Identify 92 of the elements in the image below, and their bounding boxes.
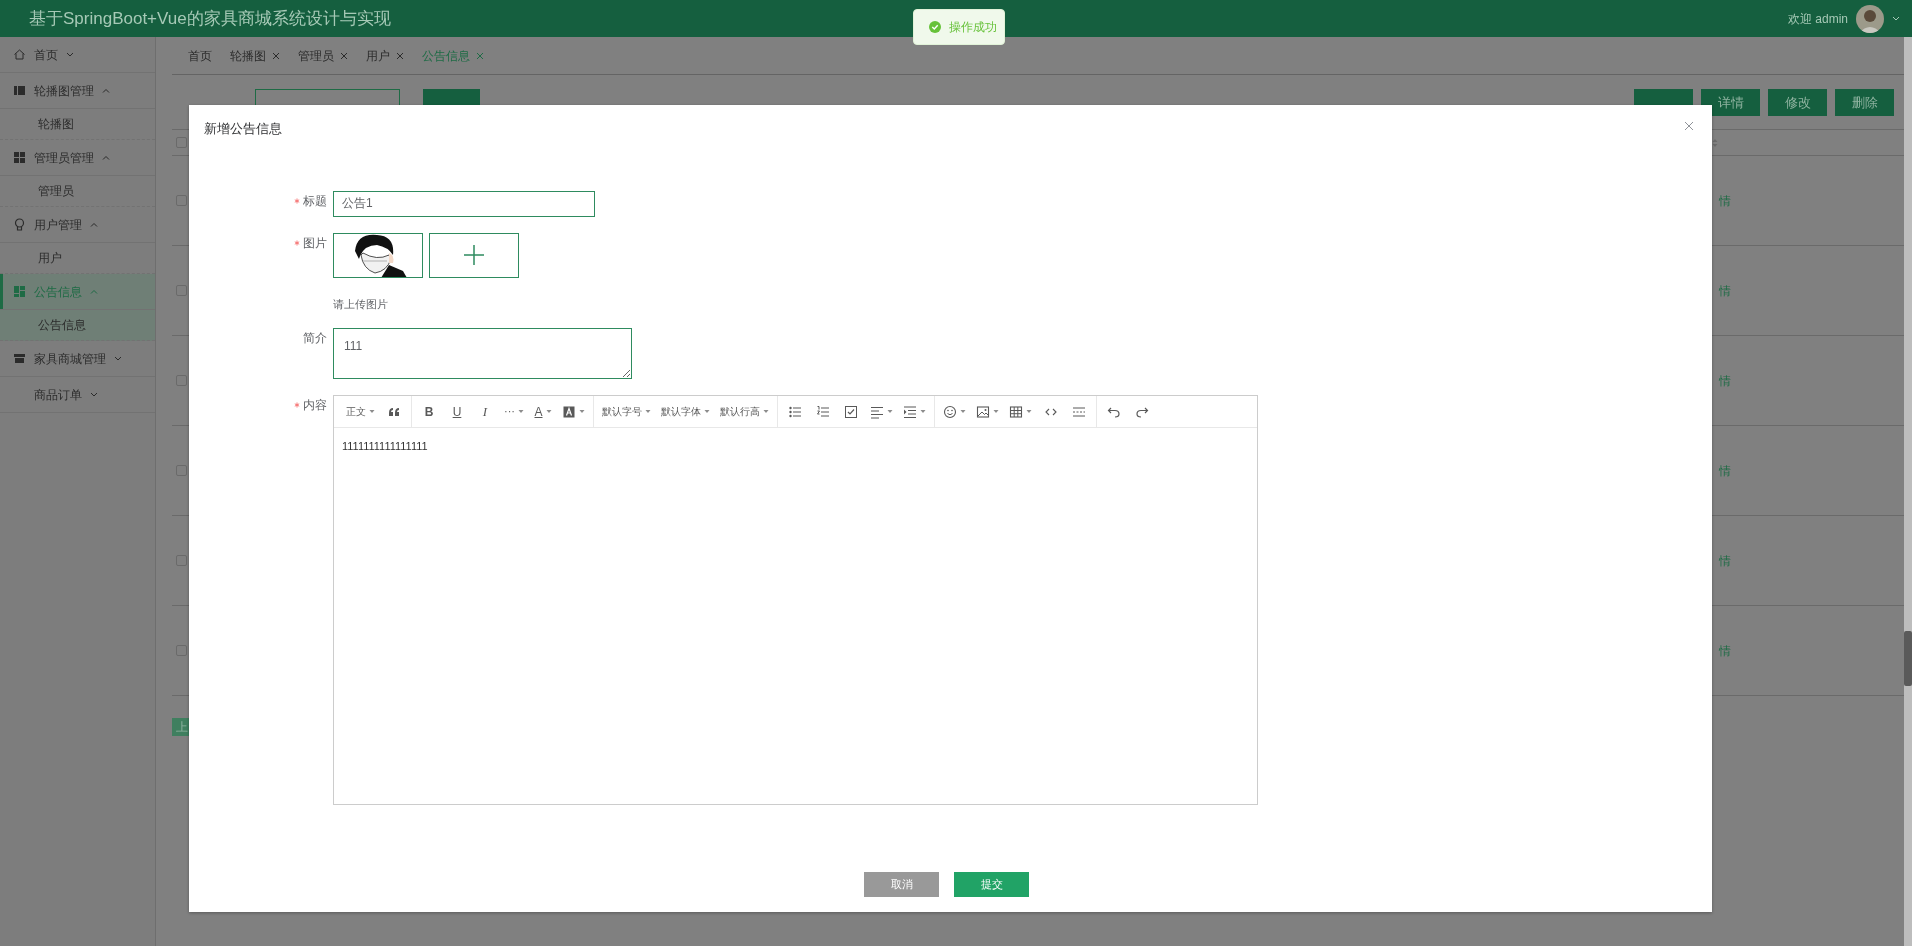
tab[interactable]: 管理员 [298,46,348,65]
menu-item[interactable]: 首页 [0,37,155,73]
close-icon[interactable] [272,51,280,60]
menu-item[interactable]: 家具商城管理 [0,341,155,377]
field-label: 标题 [303,192,327,210]
close-icon[interactable] [396,51,404,60]
title-field[interactable]: 公告1 [333,190,595,217]
toolbar-button[interactable]: A [530,398,556,425]
background-color-icon [562,404,576,419]
welcome-text: 欢迎 admin [1787,10,1848,28]
caret-icon [920,409,926,414]
image-icon [976,404,990,419]
caret-icon [704,409,710,414]
caret-icon [763,409,769,414]
avatar[interactable] [1856,4,1884,33]
chevron-down-icon [1892,16,1900,21]
home-icon [13,48,26,61]
checkbox[interactable] [176,285,187,296]
cancel-button[interactable]: 取消 [864,872,939,897]
app-title: 基于SpringBoot+Vue的家具商城系统设计与实现 [29,7,391,30]
dialog-title: 新增公告信息 [204,120,282,138]
chevron-up-icon [90,289,98,294]
action-button[interactable]: 删除 [1835,89,1894,116]
submenu-item[interactable]: 公告信息 [0,310,155,341]
toolbar-button[interactable]: I [472,398,498,425]
toast: 操作成功 [913,9,1005,45]
checkbox[interactable] [176,195,187,206]
caret-icon [369,409,375,414]
action-button[interactable]: 修改 [1768,89,1827,116]
submenu-item[interactable]: 管理员 [0,176,155,207]
archive-icon [13,352,26,365]
caret-icon [887,409,893,414]
grid-icon [13,151,26,164]
toolbar-button[interactable]: 默认行高 [716,398,773,425]
panel-icon [13,84,26,97]
chevron-down-icon [90,392,98,397]
editor-content[interactable]: 1111111111111111 [334,428,1257,804]
description-field[interactable]: 111 [333,328,632,379]
checkbox[interactable] [176,465,187,476]
indent-icon [903,404,917,419]
divider-icon [1072,404,1086,419]
success-icon [929,21,941,33]
caret-icon [545,409,552,414]
menu-item[interactable]: 商品订单 [0,377,155,413]
toolbar-button[interactable]: 正文 [342,398,379,425]
close-icon[interactable] [1684,121,1694,131]
toolbar-button[interactable]: B [416,398,442,425]
toolbar-button[interactable]: ··· [500,398,528,425]
table-icon [1009,404,1023,419]
menu-item[interactable]: 轮播图管理 [0,73,155,109]
checkbox[interactable] [176,645,187,656]
caret-icon [579,409,585,414]
chevron-up-icon [102,155,110,160]
toolbar-button[interactable]: 默认字体 [657,398,714,425]
submenu-item[interactable]: 轮播图 [0,109,155,140]
field-label: 内容 [303,397,327,414]
close-icon[interactable] [340,51,348,60]
align-icon [870,404,884,419]
hint-text: 请上传图片 [333,296,389,312]
toolbar-button[interactable]: U [444,398,470,425]
numbered-list-icon [816,404,830,419]
dashboard-icon [13,285,26,298]
caret-icon [1026,409,1032,414]
checkbox[interactable] [176,137,187,148]
tab[interactable]: 首页 [188,46,212,65]
plus-icon [462,243,486,267]
chevron-up-icon [102,88,110,93]
checklist-icon [844,404,858,419]
field-label: 图片 [303,234,327,252]
chevron-down-icon [66,52,74,57]
upload-button[interactable] [429,232,519,278]
toolbar-button[interactable]: 默认字号 [598,398,655,425]
checkbox[interactable] [176,555,187,566]
tab[interactable]: 用户 [366,46,404,65]
menu-item[interactable]: 用户管理 [0,207,155,243]
chevron-down-icon [114,356,122,361]
caret-icon [993,409,999,414]
emoji-icon [943,404,957,419]
chevron-up-icon [90,222,98,227]
submit-button[interactable]: 提交 [954,872,1029,897]
bulb-icon [13,218,26,231]
caret-icon [960,409,966,414]
bullet-list-icon [788,404,802,419]
checkbox[interactable] [176,375,187,386]
scrollbar[interactable] [1904,37,1912,946]
action-button[interactable]: 详情 [1701,89,1760,116]
caret-icon [518,409,524,414]
tab[interactable]: 轮播图 [230,46,280,65]
prev-page-button[interactable]: 上 [172,718,190,736]
caret-icon [645,409,651,414]
field-label: 简介 [303,330,327,347]
menu-item[interactable]: 管理员管理 [0,140,155,176]
